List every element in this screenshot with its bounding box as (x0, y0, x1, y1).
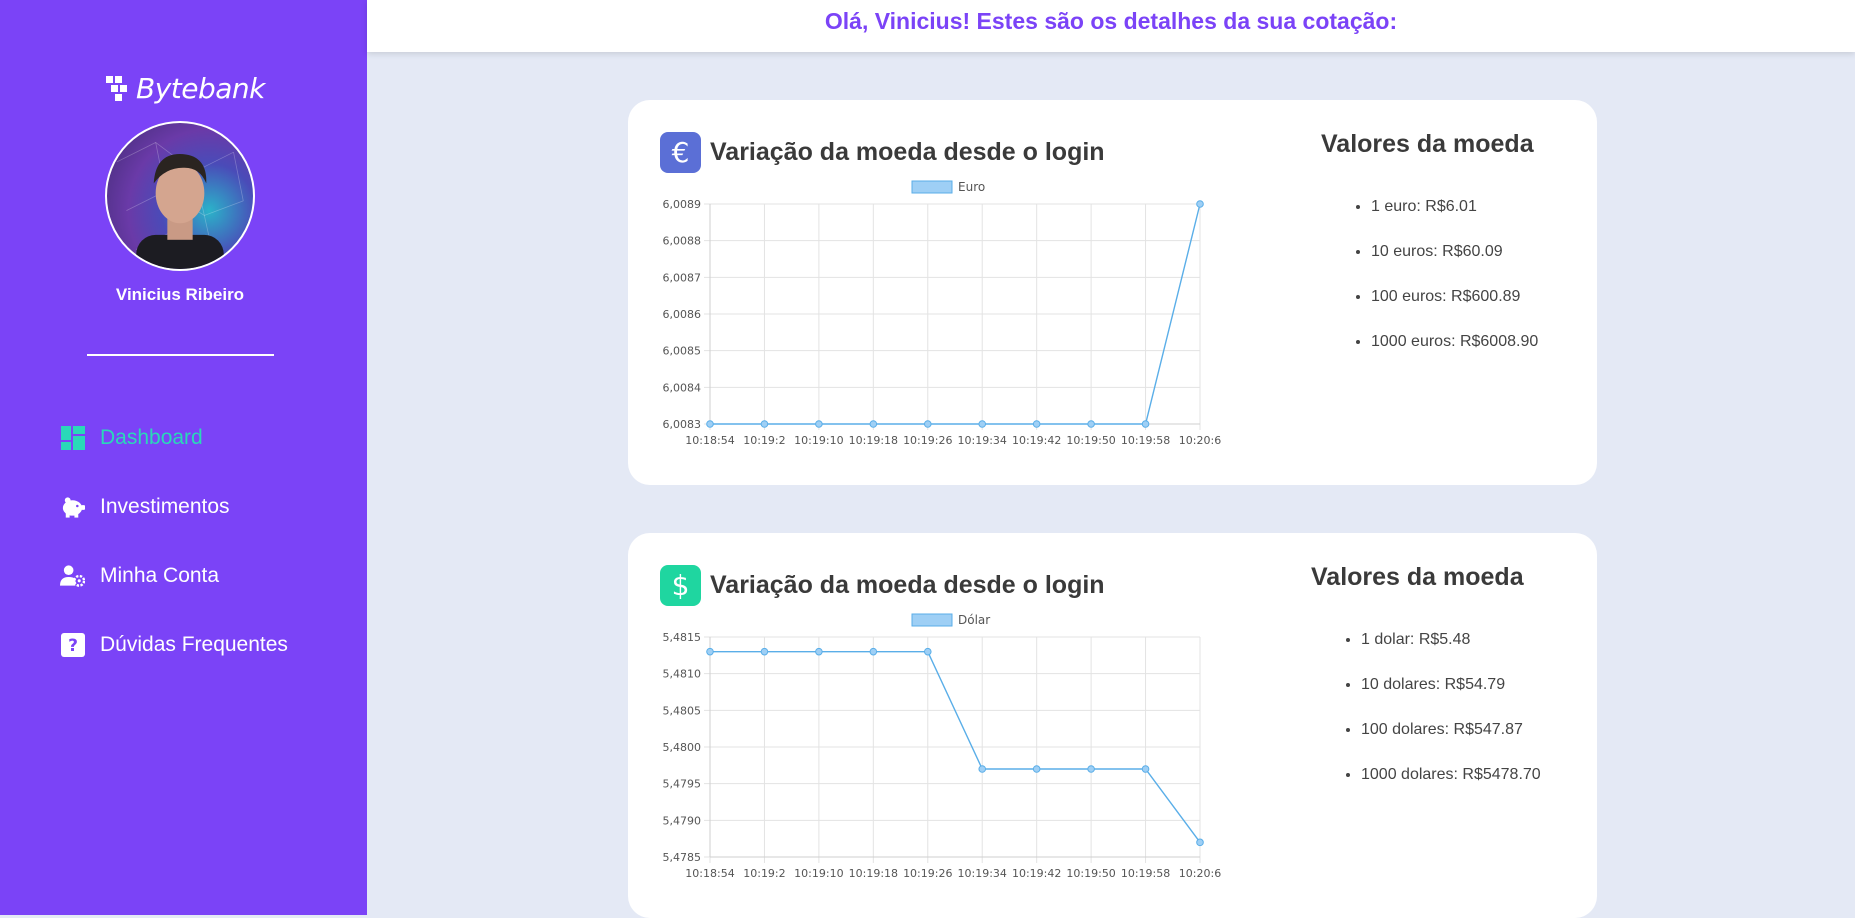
data-point (869, 420, 878, 428)
data-point (706, 420, 714, 428)
x-tick-label: 10:19:2 (743, 434, 785, 447)
y-tick-label: 6,0089 (663, 198, 702, 211)
list-item: 1 dolar: R$5.48 (1361, 629, 1541, 674)
sidebar-item-dashboard[interactable]: Dashboard (60, 425, 203, 450)
bytebank-logo-icon (106, 75, 127, 101)
x-tick-label: 10:19:42 (1012, 434, 1061, 447)
sidebar: Bytebank Vinicius Ribeiro Dashboard Inve… (0, 0, 367, 915)
sidebar-item-label: Investimentos (100, 494, 230, 518)
y-tick-label: 6,0086 (663, 308, 702, 321)
values-title: Valores da moeda (1311, 563, 1524, 591)
data-point (760, 647, 769, 656)
piggy-bank-icon (60, 494, 85, 519)
y-tick-label: 5,4785 (663, 851, 702, 864)
list-item: 10 euros: R$60.09 (1371, 241, 1538, 286)
y-tick-label: 6,0084 (663, 381, 702, 394)
sidebar-item-minha-conta[interactable]: Minha Conta (60, 563, 219, 588)
legend-label: Dólar (958, 613, 990, 627)
x-tick-label: 10:20:6 (1179, 434, 1221, 447)
sidebar-divider (87, 354, 274, 356)
user-gear-icon (60, 563, 85, 588)
legend-swatch (911, 180, 953, 194)
data-point (923, 647, 932, 656)
data-point (760, 420, 769, 428)
sidebar-item-label: Dashboard (100, 425, 203, 449)
user-name: Vinicius Ribeiro (115, 285, 245, 304)
x-tick-label: 10:19:50 (1066, 434, 1115, 447)
x-tick-label: 10:20:6 (1179, 867, 1221, 880)
data-point (1141, 420, 1150, 428)
y-tick-label: 6,0088 (663, 235, 702, 248)
values-list: 1 dolar: R$5.48 10 dolares: R$54.79 100 … (1343, 629, 1541, 809)
y-tick-label: 5,4810 (663, 668, 702, 681)
y-tick-label: 5,4815 (663, 631, 702, 644)
y-tick-label: 5,4800 (663, 741, 702, 754)
list-item: 1000 euros: R$6008.90 (1371, 331, 1538, 376)
y-tick-label: 5,4790 (663, 814, 702, 827)
values-title: Valores da moeda (1321, 130, 1534, 158)
x-tick-label: 10:19:26 (903, 867, 952, 880)
x-tick-label: 10:19:10 (794, 434, 843, 447)
svg-text:?: ? (68, 636, 78, 656)
avatar (105, 121, 255, 271)
list-item: 1000 dolares: R$5478.70 (1361, 764, 1541, 809)
data-point (1196, 838, 1204, 847)
x-tick-label: 10:19:58 (1121, 434, 1170, 447)
y-tick-label: 5,4795 (663, 778, 702, 791)
data-point (706, 647, 714, 656)
x-tick-label: 10:19:58 (1121, 867, 1170, 880)
top-bar: Olá, Vinicius! Estes são os detalhes da … (367, 0, 1855, 52)
data-point (1087, 420, 1095, 428)
data-point (978, 765, 987, 773)
dashboard-icon (60, 425, 85, 450)
data-point (815, 647, 823, 656)
sidebar-item-label: Dúvidas Frequentes (100, 632, 288, 656)
values-list: 1 euro: R$6.01 10 euros: R$60.09 100 eur… (1353, 196, 1538, 376)
legend-swatch (911, 613, 953, 627)
brand-logo[interactable]: Bytebank (106, 72, 265, 105)
x-tick-label: 10:18:54 (685, 867, 734, 880)
data-point (1196, 200, 1204, 208)
data-point (1087, 765, 1095, 773)
x-tick-label: 10:19:34 (958, 434, 1007, 447)
sidebar-item-investimentos[interactable]: Investimentos (60, 494, 230, 519)
x-tick-label: 10:19:34 (958, 867, 1007, 880)
x-tick-label: 10:19:18 (849, 434, 898, 447)
sidebar-item-duvidas-frequentes[interactable]: ? Dúvidas Frequentes (60, 632, 288, 657)
data-point (815, 420, 823, 428)
x-tick-label: 10:19:10 (794, 867, 843, 880)
list-item: 100 dolares: R$547.87 (1361, 719, 1541, 764)
data-point (869, 647, 878, 656)
y-tick-label: 5,4805 (663, 704, 702, 717)
y-tick-label: 6,0087 (663, 271, 702, 284)
currency-card-euro: € Variação da moeda desde o login 10:18:… (628, 100, 1597, 485)
data-point (923, 420, 932, 428)
x-tick-label: 10:18:54 (685, 434, 734, 447)
list-item: 100 euros: R$600.89 (1371, 286, 1538, 331)
data-point (1032, 765, 1041, 773)
brand-name: Bytebank (136, 72, 265, 105)
legend-label: Euro (958, 180, 985, 194)
page-greeting: Olá, Vinicius! Estes são os detalhes da … (824, 8, 1398, 34)
x-tick-label: 10:19:42 (1012, 867, 1061, 880)
currency-card-dollar: $ Variação da moeda desde o login 10:18:… (628, 533, 1597, 918)
question-icon: ? (60, 632, 85, 657)
sidebar-item-label: Minha Conta (100, 563, 220, 587)
x-tick-label: 10:19:2 (743, 867, 785, 880)
data-point (1032, 420, 1041, 428)
x-tick-label: 10:19:50 (1066, 867, 1115, 880)
list-item: 1 euro: R$6.01 (1371, 196, 1538, 241)
user-photo (116, 142, 244, 269)
y-tick-label: 6,0083 (663, 418, 702, 431)
data-point (978, 420, 987, 428)
x-tick-label: 10:19:18 (849, 867, 898, 880)
x-tick-label: 10:19:26 (903, 434, 952, 447)
y-tick-label: 6,0085 (663, 345, 702, 358)
data-point (1141, 765, 1150, 773)
list-item: 10 dolares: R$54.79 (1361, 674, 1541, 719)
